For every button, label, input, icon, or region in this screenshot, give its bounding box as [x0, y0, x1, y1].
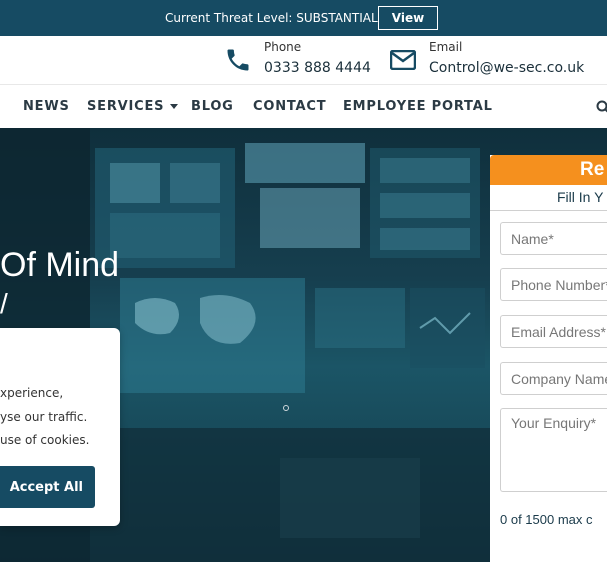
phone-label: Phone — [264, 40, 302, 54]
form-header: Re — [490, 155, 607, 185]
accept-all-cookies-button[interactable]: Accept All — [0, 466, 95, 508]
email-label: Email — [429, 40, 463, 54]
email-address[interactable]: Control@we-sec.co.uk — [429, 60, 584, 76]
carousel-dot[interactable] — [283, 405, 289, 411]
nav-item-contact[interactable]: CONTACT — [253, 99, 326, 114]
nav-item-services[interactable]: SERVICES — [87, 99, 179, 114]
cookie-text-line: yse our traffic. — [0, 410, 88, 424]
nav-item-blog[interactable]: BLOG — [191, 99, 234, 114]
cookie-text-line: xperience, — [0, 386, 64, 400]
phone-icon — [224, 46, 252, 79]
cookie-banner: xperience, yse our traffic. use of cooki… — [0, 328, 120, 526]
name-input[interactable]: Name* — [500, 222, 607, 255]
hero-subtitle: / — [0, 288, 8, 319]
main-nav: NEWS SERVICES BLOG CONTACT EMPLOYEE PORT… — [0, 84, 607, 128]
character-counter: 0 of 1500 max c — [500, 512, 593, 527]
form-title: Re — [580, 159, 605, 180]
phone-number[interactable]: 0333 888 4444 — [264, 60, 371, 76]
contact-row: Phone 0333 888 4444 Email Control@we-sec… — [0, 36, 607, 84]
threat-level-bar: Current Threat Level: SUBSTANTIAL View — [0, 0, 607, 36]
phone-number-input[interactable]: Phone Number* — [500, 268, 607, 301]
nav-item-news[interactable]: NEWS — [23, 99, 70, 114]
form-subheader: Fill In Y — [490, 185, 607, 211]
name-placeholder: Name* — [511, 231, 554, 247]
phone-placeholder: Phone Number* — [511, 277, 607, 293]
form-subtitle: Fill In Y — [557, 189, 604, 205]
enquiry-placeholder: Your Enquiry* — [511, 415, 597, 431]
cookie-text-line: use of cookies. — [0, 433, 90, 447]
hero-title: Of Mind — [0, 246, 120, 284]
envelope-icon — [389, 49, 417, 75]
email-placeholder: Email Address* — [511, 324, 606, 340]
search-icon[interactable] — [596, 100, 607, 119]
email-address-input[interactable]: Email Address* — [500, 315, 607, 348]
view-threat-button[interactable]: View — [378, 6, 438, 30]
company-placeholder: Company Name — [511, 371, 607, 387]
caret-down-icon — [170, 104, 179, 109]
enquiry-form-panel: Re Fill In Y Name* Phone Number* Email A… — [490, 155, 607, 562]
company-name-input[interactable]: Company Name — [500, 362, 607, 395]
nav-item-employee-portal[interactable]: EMPLOYEE PORTAL — [343, 99, 493, 114]
threat-level-text: Current Threat Level: SUBSTANTIAL — [165, 11, 378, 25]
enquiry-textarea[interactable]: Your Enquiry* — [500, 408, 607, 492]
nav-item-services-label: SERVICES — [87, 99, 165, 114]
